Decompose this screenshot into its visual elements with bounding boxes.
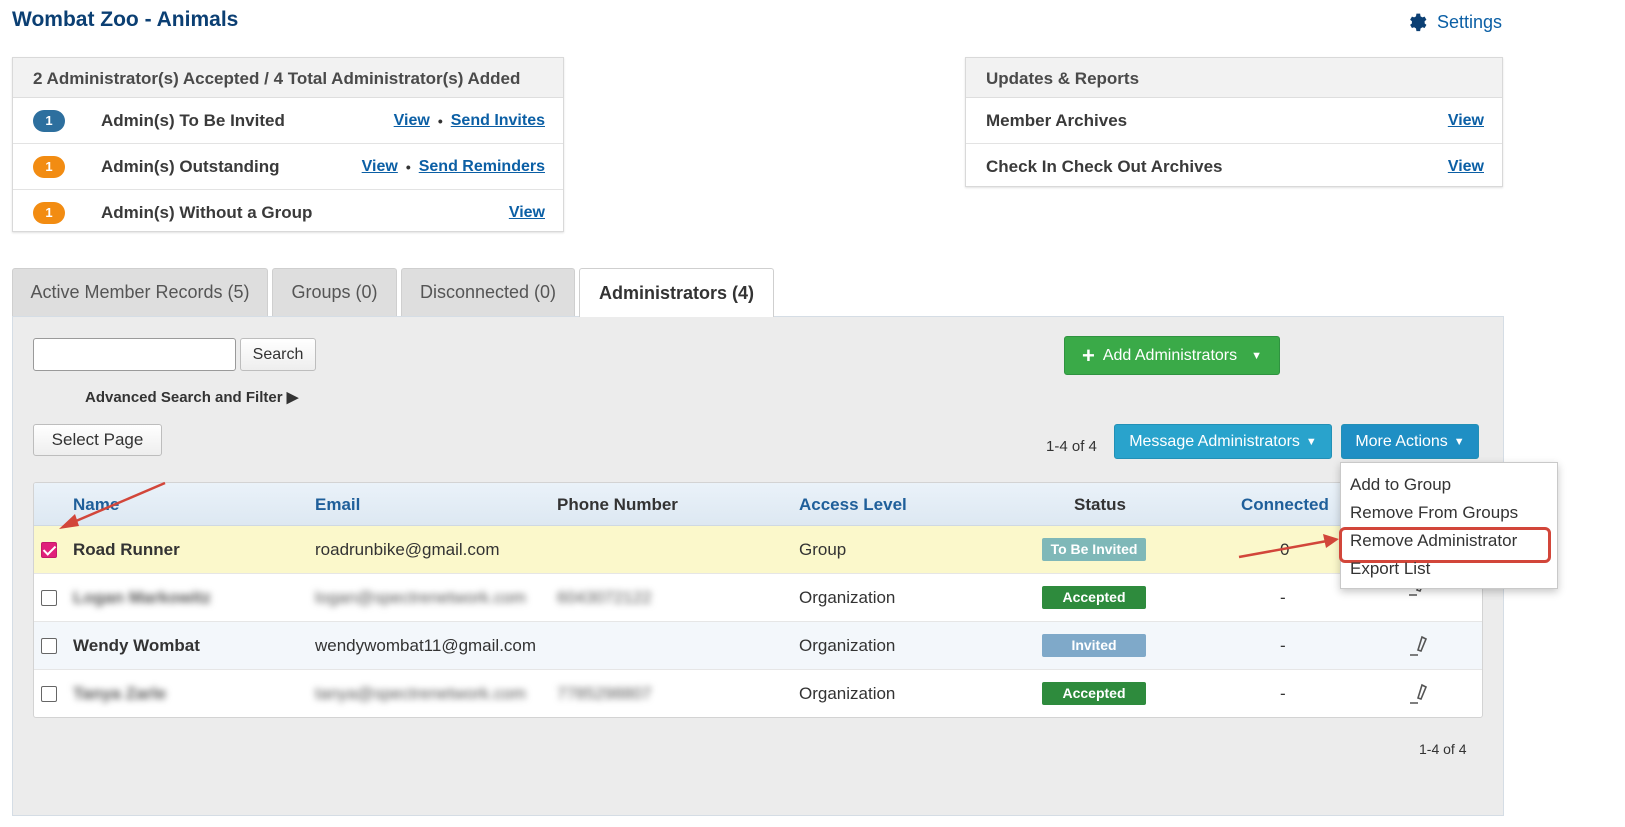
- more-actions-label: More Actions: [1355, 432, 1448, 450]
- view-link[interactable]: View: [1448, 158, 1484, 176]
- tab-disconnected[interactable]: Disconnected (0): [401, 268, 575, 316]
- caret-down-icon: ▼: [1453, 435, 1465, 448]
- admin-name: Wendy Wombat: [73, 636, 200, 655]
- admin-name: Road Runner: [73, 540, 180, 559]
- search-input[interactable]: [33, 338, 236, 371]
- row-checkbox[interactable]: [41, 590, 57, 606]
- member-archives-row: Member Archives View: [966, 98, 1502, 144]
- plus-icon: +: [1081, 342, 1095, 368]
- admin-email: logan@spectrenetwork.com: [315, 588, 526, 607]
- row-checkbox[interactable]: [41, 542, 57, 558]
- status-badge: Invited: [1042, 634, 1146, 657]
- admin-connected: -: [1280, 684, 1286, 703]
- admin-status-panel: 2 Administrator(s) Accepted / 4 Total Ad…: [12, 57, 564, 232]
- view-link[interactable]: View: [394, 112, 430, 130]
- row-label: Admin(s) To Be Invited: [101, 110, 285, 130]
- header-email[interactable]: Email: [315, 495, 360, 515]
- admin-connected: -: [1280, 636, 1286, 655]
- select-page-button[interactable]: Select Page: [33, 424, 162, 456]
- header-access-level[interactable]: Access Level: [799, 495, 907, 515]
- updates-reports-panel: Updates & Reports Member Archives View C…: [965, 57, 1503, 187]
- status-badge: Accepted: [1042, 586, 1146, 609]
- menu-item-remove-from-groups[interactable]: Remove From Groups: [1341, 500, 1557, 528]
- tab-administrators[interactable]: Administrators (4): [579, 268, 774, 317]
- header-connected[interactable]: Connected: [1241, 495, 1329, 515]
- menu-item-remove-administrator[interactable]: Remove Administrator: [1339, 527, 1557, 563]
- table-row[interactable]: Road Runner roadrunbike@gmail.com Group …: [34, 526, 1482, 574]
- menu-item-export-list[interactable]: Export List: [1341, 556, 1557, 584]
- row-label: Check In Check Out Archives: [986, 157, 1223, 176]
- settings-link[interactable]: Settings: [1407, 11, 1502, 33]
- admin-email: wendywombat11@gmail.com: [315, 636, 537, 655]
- checkin-archives-row: Check In Check Out Archives View: [966, 144, 1502, 190]
- admin-access-level: Organization: [799, 684, 896, 703]
- admin-access-level: Group: [799, 540, 847, 559]
- table-row[interactable]: Logan Markowitz logan@spectrenetwork.com…: [34, 574, 1482, 622]
- gear-icon: [1410, 13, 1427, 32]
- separator-dot: •: [437, 112, 443, 129]
- table-header: Name Email Phone Number Access Level Sta…: [34, 483, 1482, 526]
- header-phone: Phone Number: [557, 495, 678, 514]
- pagination-bottom: 1-4 of 4: [1419, 741, 1467, 757]
- admin-status-title: 2 Administrator(s) Accepted / 4 Total Ad…: [13, 58, 563, 98]
- header-name[interactable]: Name: [73, 495, 119, 515]
- status-badge: To Be Invited: [1042, 538, 1146, 561]
- view-link[interactable]: View: [362, 158, 398, 176]
- settings-label: Settings: [1436, 11, 1502, 32]
- admin-phone: 7785298807: [557, 684, 652, 703]
- admin-access-level: Organization: [799, 588, 896, 607]
- separator-dot: •: [405, 158, 411, 175]
- admin-connected: 0: [1280, 540, 1290, 559]
- send-reminders-link[interactable]: Send Reminders: [419, 158, 545, 176]
- advanced-search-link[interactable]: Advanced Search and Filter ▶: [85, 388, 298, 406]
- message-administrators-label: Message Administrators: [1129, 432, 1300, 450]
- admin-access-level: Organization: [799, 636, 896, 655]
- count-badge: 1: [33, 109, 65, 132]
- more-actions-button[interactable]: More Actions ▼: [1341, 424, 1479, 459]
- row-checkbox[interactable]: [41, 686, 57, 702]
- admin-to-be-invited-row: 1 Admin(s) To Be Invited View • Send Inv…: [13, 98, 563, 144]
- add-administrators-button[interactable]: + Add Administrators ▼: [1064, 336, 1280, 375]
- menu-item-add-to-group[interactable]: Add to Group: [1341, 472, 1557, 500]
- admin-name: Logan Markowitz: [73, 588, 211, 607]
- caret-down-icon: ▼: [1251, 349, 1263, 362]
- admin-phone: 6043072122: [557, 588, 652, 607]
- admin-email: roadrunbike@gmail.com: [315, 540, 500, 559]
- admin-outstanding-row: 1 Admin(s) Outstanding View • Send Remin…: [13, 144, 563, 190]
- pagination-top: 1-4 of 4: [1046, 438, 1097, 455]
- send-invites-link[interactable]: Send Invites: [451, 112, 545, 130]
- row-checkbox[interactable]: [41, 638, 57, 654]
- tab-active-member-records[interactable]: Active Member Records (5): [12, 268, 268, 316]
- admin-name: Tanya Zarle: [73, 684, 167, 703]
- row-label: Admin(s) Outstanding: [101, 156, 280, 176]
- admin-without-group-row: 1 Admin(s) Without a Group View: [13, 190, 563, 236]
- caret-down-icon: ▼: [1305, 435, 1317, 448]
- admin-email: tanya@spectrenetwork.com: [315, 684, 526, 703]
- count-badge: 1: [33, 155, 65, 178]
- table-row[interactable]: Tanya Zarle tanya@spectrenetwork.com 778…: [34, 670, 1482, 717]
- tab-groups[interactable]: Groups (0): [272, 268, 397, 316]
- header-status: Status: [1074, 495, 1126, 514]
- message-administrators-button[interactable]: Message Administrators ▼: [1114, 424, 1332, 459]
- row-label: Member Archives: [986, 110, 1128, 130]
- view-link[interactable]: View: [1448, 112, 1484, 130]
- updates-reports-title: Updates & Reports: [966, 58, 1502, 98]
- view-link[interactable]: View: [509, 204, 545, 222]
- more-actions-menu: Add to Group Remove From Groups Remove A…: [1339, 462, 1558, 589]
- count-badge: 1: [33, 202, 65, 224]
- admin-connected: -: [1280, 588, 1286, 607]
- status-badge: Accepted: [1042, 682, 1146, 705]
- search-button[interactable]: Search: [240, 338, 316, 371]
- edit-icon[interactable]: [1407, 682, 1431, 706]
- add-administrators-label: Add Administrators: [1102, 346, 1238, 364]
- row-label: Admin(s) Without a Group: [101, 203, 313, 222]
- table-row[interactable]: Wendy Wombat wendywombat11@gmail.com Org…: [34, 622, 1482, 670]
- page-title: Wombat Zoo - Animals: [12, 8, 239, 31]
- administrators-table: Name Email Phone Number Access Level Sta…: [33, 482, 1483, 718]
- edit-icon[interactable]: [1407, 634, 1431, 658]
